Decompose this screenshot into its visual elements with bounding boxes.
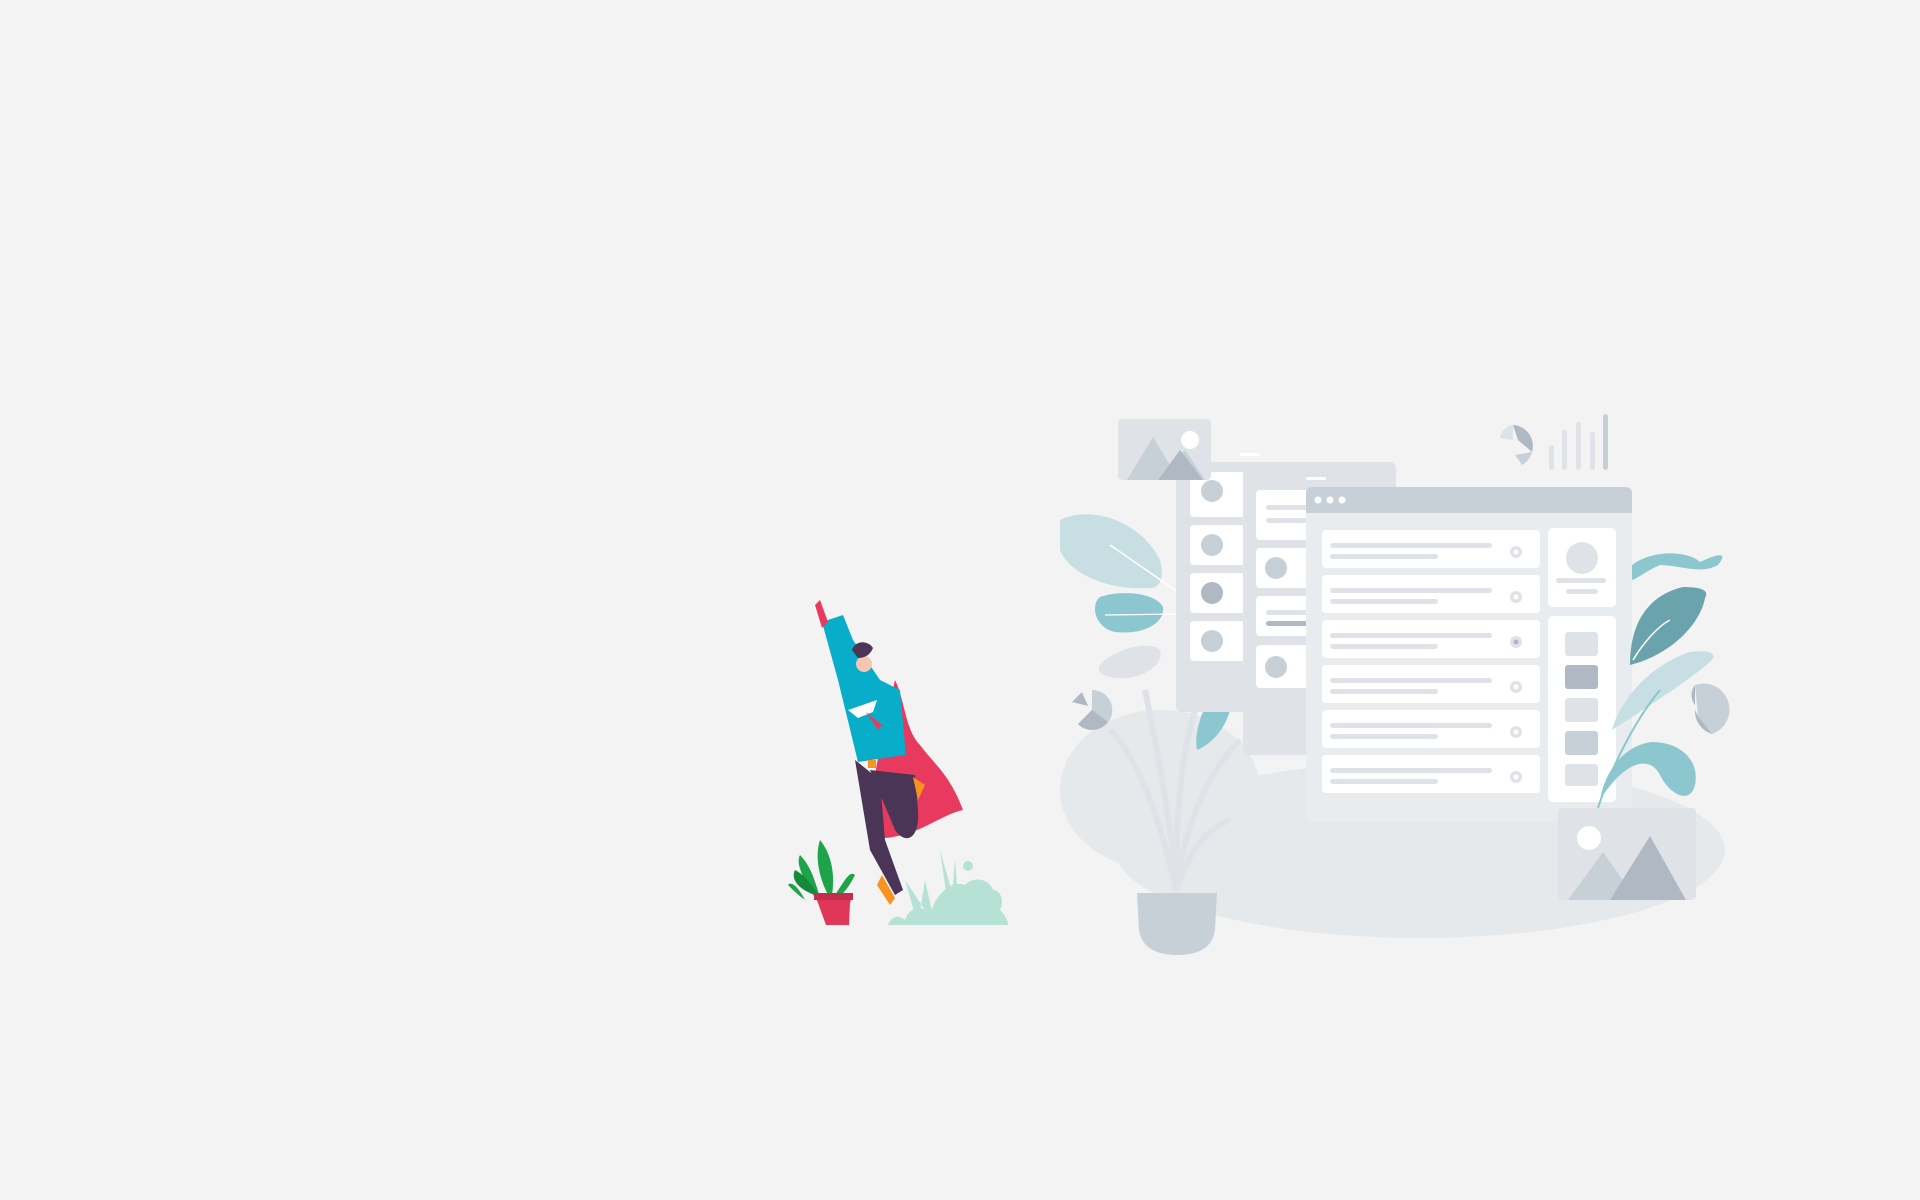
pie-chart-icon	[1072, 689, 1113, 730]
placeholder-list-row	[1322, 575, 1540, 613]
placeholder-tile-card	[1548, 616, 1616, 802]
placeholder-list-row	[1322, 530, 1540, 568]
empty-state-illustration	[788, 414, 1730, 955]
placeholder-list-row	[1322, 620, 1540, 658]
superhero-flying	[815, 600, 963, 905]
image-placeholder-icon	[1118, 419, 1211, 480]
potted-plant-icon	[788, 840, 855, 925]
placeholder-profile-card	[1548, 528, 1616, 607]
bush-icon	[888, 850, 1008, 925]
placeholder-list-row	[1322, 755, 1540, 793]
placeholder-list-row	[1322, 665, 1540, 703]
placeholder-list-row	[1322, 710, 1540, 748]
bar-chart-icon	[1500, 414, 1608, 470]
image-placeholder-icon-2	[1558, 808, 1696, 900]
